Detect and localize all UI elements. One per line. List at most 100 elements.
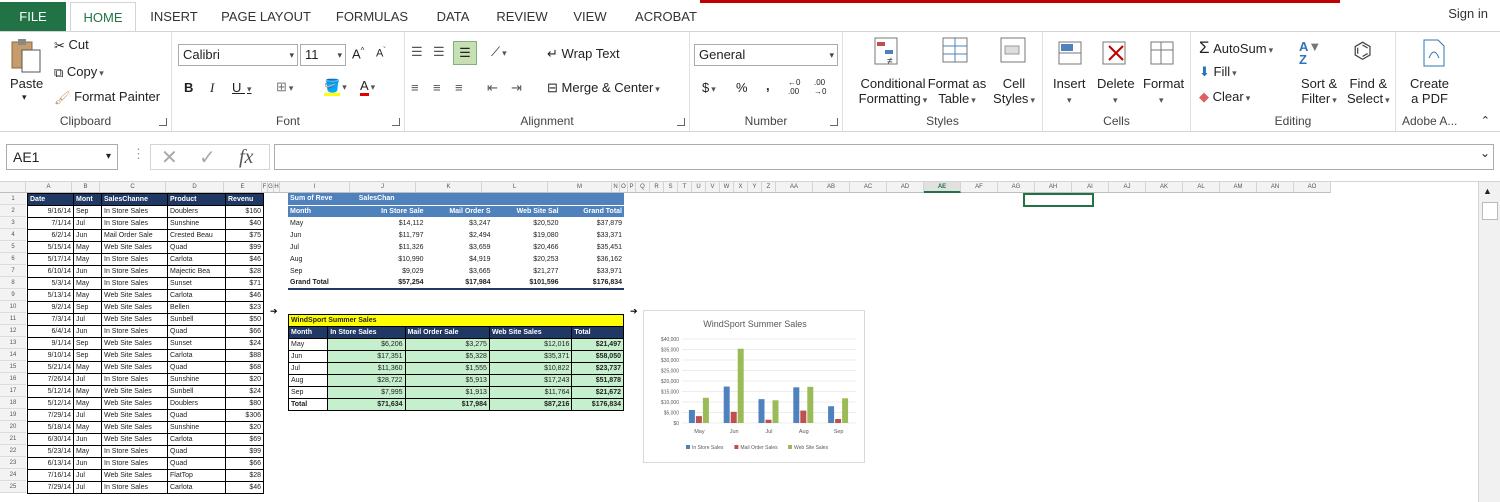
table-cell[interactable]: $20 [225, 421, 264, 434]
clipboard-launcher-icon[interactable] [159, 118, 167, 126]
format-cells-button[interactable]: Format ▾ [1143, 76, 1184, 106]
cell-styles-button[interactable]: Cell Styles ▾ [989, 76, 1039, 106]
table-cell[interactable]: May [73, 289, 102, 302]
pivot-header-cell[interactable]: Month [288, 205, 357, 218]
row-header-21[interactable]: 21 [0, 433, 26, 445]
table-cell[interactable]: Sunset [167, 337, 226, 350]
table-cell[interactable]: Web Site Sales [101, 385, 168, 398]
table-cell[interactable]: $87,216 [488, 398, 573, 411]
table-cell[interactable]: Carlota [167, 289, 226, 302]
vertical-scrollbar[interactable]: ▲ [1478, 182, 1500, 502]
table-cell[interactable]: $9,029 [356, 265, 426, 278]
table-cell[interactable]: $21,672 [571, 386, 624, 399]
table-cell[interactable]: $75 [225, 229, 264, 242]
windsport-header-cell[interactable]: In Store Sales [327, 326, 406, 339]
empty-cell[interactable] [560, 193, 624, 206]
column-header-w[interactable]: W [720, 182, 734, 193]
table-cell[interactable]: $10,822 [488, 362, 573, 375]
table-cell[interactable]: $33,371 [560, 229, 624, 242]
table-cell[interactable]: Sep [73, 205, 102, 218]
format-as-table-button[interactable]: Format as Table ▾ [927, 76, 987, 106]
table-cell[interactable]: Web Site Sales [101, 469, 168, 482]
table-cell[interactable]: $46 [225, 253, 264, 266]
row-header-17[interactable]: 17 [0, 385, 26, 397]
tab-insert[interactable]: INSERT [140, 2, 208, 31]
row-header-3[interactable]: 3 [0, 217, 26, 229]
conditional-formatting-button[interactable]: Conditional Formatting ▾ [851, 76, 935, 106]
column-header-af[interactable]: AF [961, 182, 998, 193]
row-header-7[interactable]: 7 [0, 265, 26, 277]
tab-view[interactable]: VIEW [562, 2, 618, 31]
column-header-al[interactable]: AL [1183, 182, 1220, 193]
tab-data[interactable]: DATA [424, 2, 482, 31]
table-cell[interactable]: $17,351 [327, 350, 406, 363]
windsport-header-cell[interactable]: Mail Order Sale [404, 326, 490, 339]
underline-button[interactable]: U ▾ [232, 80, 252, 95]
table-cell[interactable]: $23,737 [571, 362, 624, 375]
table-cell[interactable]: 5/15/14 [27, 241, 74, 254]
table-cell[interactable]: $66 [225, 325, 264, 338]
table-cell[interactable]: $1,913 [404, 386, 490, 399]
table-cell[interactable]: 5/12/14 [27, 397, 74, 410]
table-cell[interactable]: $176,834 [560, 276, 624, 290]
windsport-chart[interactable]: WindSport Summer Sales $0 $5,000 $10,000 $15… [643, 310, 865, 463]
column-header-cell[interactable]: Mont [73, 193, 102, 206]
empty-cell[interactable] [425, 193, 493, 206]
table-cell[interactable]: Mail Order Sale [101, 229, 168, 242]
table-cell[interactable]: $21,277 [492, 265, 561, 278]
table-cell[interactable]: Jul [73, 409, 102, 422]
table-cell[interactable]: Sunshine [167, 373, 226, 386]
table-cell[interactable]: $7,995 [327, 386, 406, 399]
orientation-button[interactable]: ⟋ ▾ [491, 44, 507, 60]
number-format-combo[interactable]: General ▾ [694, 44, 838, 66]
increase-indent-button[interactable]: ⇥ [511, 80, 522, 96]
table-cell[interactable]: 5/21/14 [27, 361, 74, 374]
table-cell[interactable]: May [73, 445, 102, 458]
table-cell[interactable]: $58,050 [571, 350, 624, 363]
scroll-thumb[interactable] [1482, 202, 1498, 220]
table-cell[interactable]: $71,634 [327, 398, 406, 411]
table-cell[interactable]: May [73, 397, 102, 410]
row-header-11[interactable]: 11 [0, 313, 26, 325]
column-header-aa[interactable]: AA [776, 182, 813, 193]
table-cell[interactable]: $40 [225, 217, 264, 230]
row-header-18[interactable]: 18 [0, 397, 26, 409]
copy-button[interactable]: ⧉ Copy ▾ [54, 64, 104, 81]
table-cell[interactable]: $71 [225, 277, 264, 290]
column-header-b[interactable]: B [72, 182, 100, 193]
table-cell[interactable]: $11,360 [327, 362, 406, 375]
table-cell[interactable]: 6/10/14 [27, 265, 74, 278]
row-header-15[interactable]: 15 [0, 361, 26, 373]
table-cell[interactable]: $12,016 [488, 338, 573, 351]
table-cell[interactable]: In Store Sales [101, 325, 168, 338]
borders-button[interactable]: ⊞ ▾ [276, 79, 293, 95]
row-header-8[interactable]: 8 [0, 277, 26, 289]
table-cell[interactable]: 9/10/14 [27, 349, 74, 362]
table-cell[interactable]: $11,797 [356, 229, 426, 242]
row-header-16[interactable]: 16 [0, 373, 26, 385]
font-name-combo[interactable]: Calibri ▾ [178, 44, 298, 66]
format-painter-button[interactable]: 🖌 Format Painter [54, 89, 160, 106]
table-cell[interactable]: Jun [287, 350, 329, 363]
column-header-ab[interactable]: AB [813, 182, 850, 193]
column-header-ag[interactable]: AG [998, 182, 1035, 193]
paste-button[interactable] [8, 38, 42, 74]
table-cell[interactable]: $20,520 [492, 217, 561, 230]
column-header-t[interactable]: T [678, 182, 692, 193]
table-cell[interactable]: In Store Sales [101, 205, 168, 218]
table-cell[interactable]: $46 [225, 481, 264, 494]
table-cell[interactable]: May [73, 277, 102, 290]
windsport-header-cell[interactable]: Web Site Sales [488, 326, 573, 339]
column-header-d[interactable]: D [166, 182, 224, 193]
column-header-ac[interactable]: AC [850, 182, 887, 193]
row-header-2[interactable]: 2 [0, 205, 26, 217]
table-cell[interactable]: Quad [167, 457, 226, 470]
italic-button[interactable]: I [210, 80, 214, 96]
table-cell[interactable]: $17,243 [488, 374, 573, 387]
table-cell[interactable]: $14,112 [356, 217, 426, 230]
table-cell[interactable]: 5/12/14 [27, 385, 74, 398]
column-header-p[interactable]: P [628, 182, 636, 193]
bold-button[interactable]: B [184, 80, 193, 95]
table-cell[interactable]: $1,555 [404, 362, 490, 375]
tab-acrobat[interactable]: ACROBAT [624, 2, 708, 31]
